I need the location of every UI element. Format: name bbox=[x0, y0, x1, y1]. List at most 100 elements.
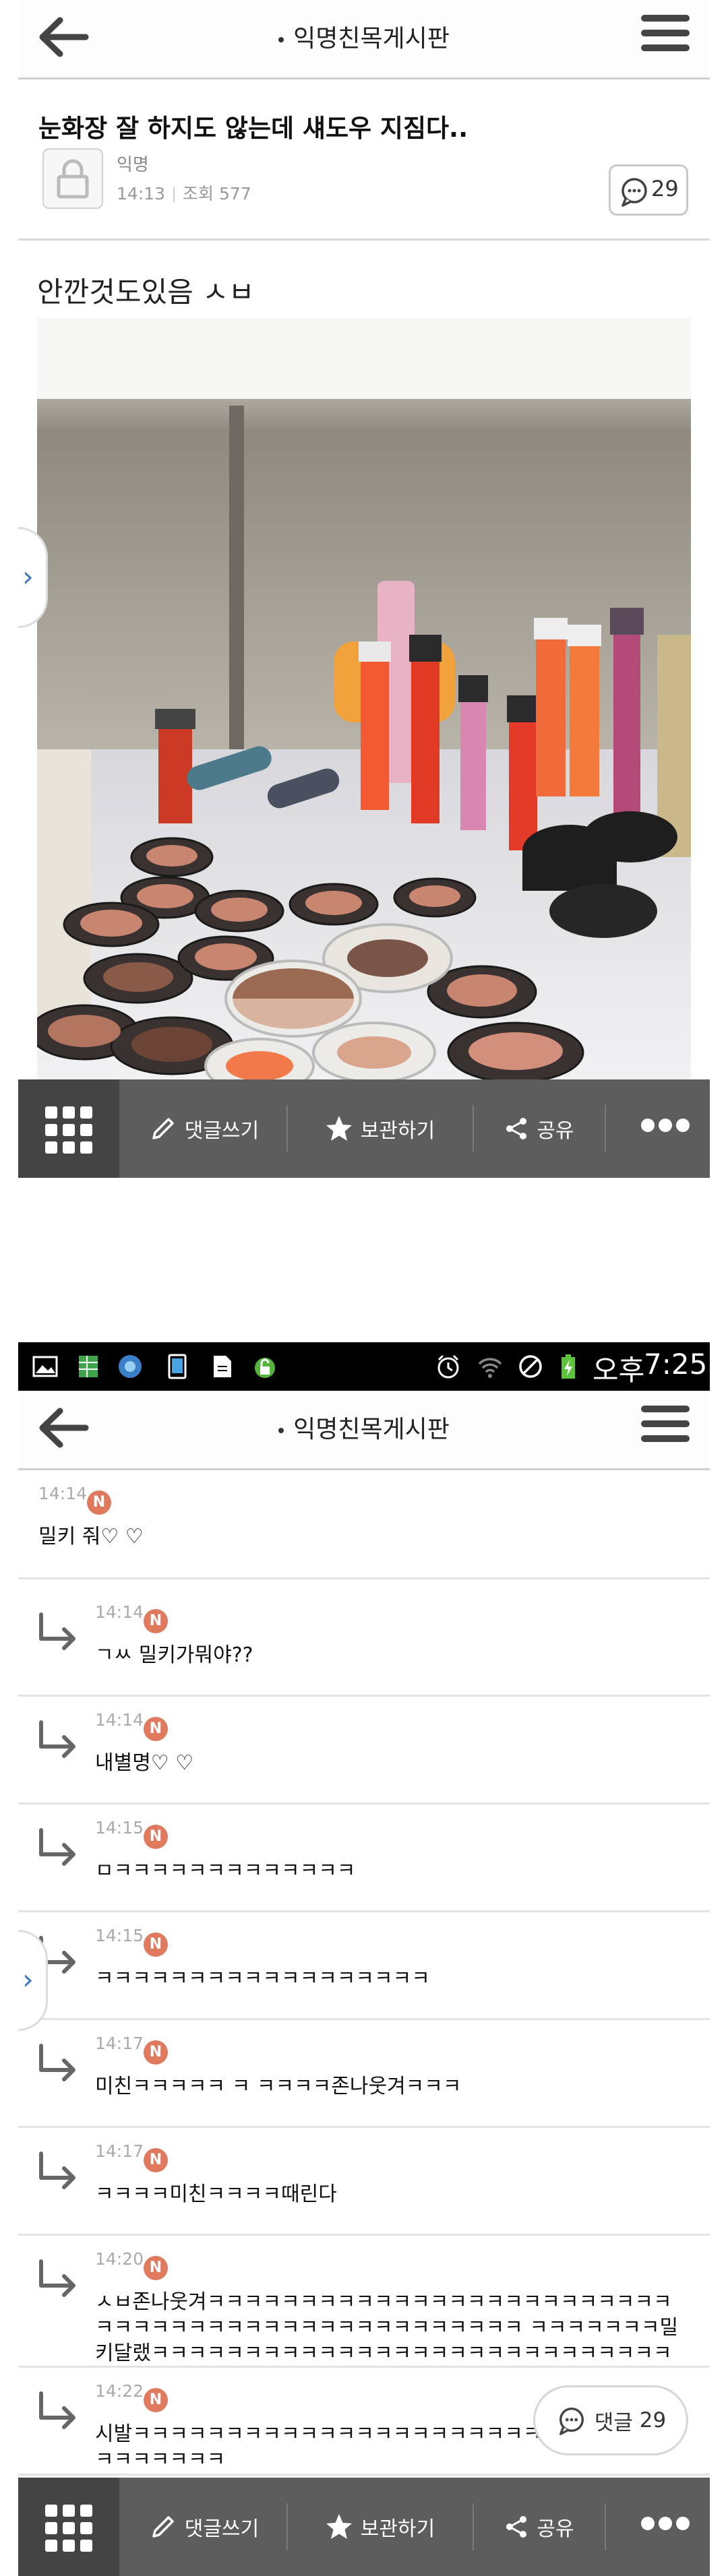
views-count: 577 bbox=[219, 184, 251, 203]
speech-bubble-icon bbox=[559, 2408, 584, 2435]
new-badge: N bbox=[144, 2256, 168, 2280]
share-icon bbox=[506, 1118, 527, 1139]
comment-text: ㅋㅋㅋㅋㅋㅋㅋㅋㅋㅋㅋㅋㅋㅋㅋㅋㅋㅋ bbox=[95, 1967, 430, 1990]
no-signal-icon bbox=[519, 1355, 542, 1378]
reply-arrow-icon bbox=[39, 2391, 75, 2429]
reply-arrow-icon bbox=[39, 1612, 75, 1650]
reply-arrow-icon bbox=[39, 2044, 75, 2081]
new-badge: N bbox=[144, 1825, 168, 1849]
comment-time: 14:14 bbox=[38, 1484, 88, 1503]
title-dot-icon bbox=[278, 1428, 284, 1433]
avatar bbox=[42, 148, 103, 209]
comment-time: 14:15 bbox=[95, 1818, 144, 1837]
pencil-icon bbox=[152, 2516, 174, 2538]
makeup-photo-image bbox=[37, 318, 691, 1079]
chevron-right-icon: › bbox=[22, 560, 34, 593]
comment-time: 14:22 bbox=[95, 2381, 144, 2401]
page-title: 익명친목게시판 bbox=[18, 1410, 710, 1445]
page-title: 익명친목게시판 bbox=[18, 19, 710, 54]
new-badge: N bbox=[144, 2148, 168, 2172]
new-badge: N bbox=[144, 2040, 168, 2065]
comment-text: ㅅㅂ존나웃겨ㅋㅋㅋㅋㅋㅋㅋㅋㅋㅋㅋㅋㅋㅋㅋㅋㅋㅋㅋㅋㅋㅋㅋㅋㅋㅋㅋㅋㅋㅋㅋㅋㅋㅋ… bbox=[95, 2290, 679, 2365]
comment-count: 29 bbox=[651, 176, 679, 201]
wifi-icon bbox=[478, 1358, 502, 1378]
app-header: 익명친목게시판 bbox=[18, 0, 710, 80]
comment-row[interactable]: 14:15 N ㅁㅋㅋㅋㅋㅋㅋㅋㅋㅋㅋㅋㅋㅋ bbox=[18, 1804, 710, 1912]
reply-arrow-icon bbox=[39, 2259, 75, 2297]
status-ampm: 오후 bbox=[593, 1354, 645, 1387]
reply-arrow-icon bbox=[39, 1828, 75, 1866]
comment-row[interactable]: 14:14 N 밀키 줘♡ ♡ bbox=[18, 1470, 710, 1579]
bottom-toolbar: 댓글쓰기 보관하기 공유 bbox=[18, 1079, 710, 1178]
save-button[interactable]: 보관하기 bbox=[292, 1079, 467, 1178]
share-icon bbox=[506, 2516, 527, 2538]
more-button[interactable] bbox=[641, 1119, 695, 1136]
gallery-icon bbox=[32, 1356, 58, 1377]
reply-arrow-icon bbox=[39, 2151, 75, 2189]
side-tab-handle[interactable]: › bbox=[18, 527, 48, 628]
comments-screen: 오후 7:25 익명친목게시판 14:14 N 밀키 줘♡ ♡ 14:14 N ㄱㅆ 밀키… bbox=[18, 1342, 710, 2576]
comment-time: 14:17 bbox=[95, 2034, 144, 2053]
alarm-icon bbox=[437, 1354, 459, 1379]
comment-text: 밀키 줘♡ ♡ bbox=[38, 1525, 144, 1548]
bottom-toolbar: 댓글쓰기 보관하기 공유 bbox=[18, 2478, 710, 2576]
comment-row[interactable]: 14:15 N ㅋㅋㅋㅋㅋㅋㅋㅋㅋㅋㅋㅋㅋㅋㅋㅋㅋㅋ bbox=[18, 1912, 710, 2020]
reply-arrow-icon bbox=[39, 1720, 75, 1758]
share-button[interactable]: 공유 bbox=[478, 2478, 599, 2576]
comment-time: 14:14 bbox=[95, 1710, 144, 1730]
menu-button[interactable] bbox=[641, 15, 690, 58]
menu-button[interactable] bbox=[641, 1406, 690, 1449]
comment-row[interactable]: 14:20 N ㅅㅂ존나웃겨ㅋㅋㅋㅋㅋㅋㅋㅋㅋㅋㅋㅋㅋㅋㅋㅋㅋㅋㅋㅋㅋㅋㅋㅋㅋㅋㅋㅋ… bbox=[18, 2236, 710, 2368]
write-comment-button[interactable]: 댓글쓰기 bbox=[126, 2478, 281, 2576]
pencil-icon bbox=[152, 1118, 174, 1139]
new-badge: N bbox=[144, 2388, 168, 2412]
write-comment-button[interactable]: 댓글쓰기 bbox=[126, 1079, 281, 1178]
more-dots-icon bbox=[641, 1119, 695, 1135]
side-tab-handle[interactable]: › bbox=[18, 1930, 48, 2031]
comment-row[interactable]: 14:14 N ㄱㅆ 밀키가뭐야?? bbox=[18, 1589, 710, 1697]
save-button[interactable]: 보관하기 bbox=[292, 2478, 467, 2576]
grid-menu-button[interactable] bbox=[18, 1079, 119, 1178]
document-icon bbox=[214, 1356, 231, 1377]
more-button[interactable] bbox=[641, 2517, 695, 2534]
comment-count-button[interactable]: 29 bbox=[609, 164, 688, 216]
battery-charging-icon bbox=[562, 1354, 575, 1379]
comment-time: 14:15 bbox=[95, 1926, 144, 1945]
grid-menu-button[interactable] bbox=[18, 2478, 119, 2576]
lock-icon bbox=[57, 159, 89, 199]
post-photo bbox=[37, 318, 691, 1079]
tablet-icon bbox=[168, 1354, 187, 1379]
post-time: 14:13 bbox=[117, 184, 166, 203]
comment-time: 14:14 bbox=[95, 1602, 144, 1622]
post-view-screen: 익명친목게시판 눈화장 잘 하지도 않는데 섀도우 지짐다.. 익명 14:13… bbox=[18, 0, 710, 1178]
comment-text: 미친ㅋㅋㅋㅋㅋ ㅋ ㅋㅋㅋㅋ존나웃겨ㅋㅋㅋ bbox=[95, 2075, 462, 2098]
comment-text: 내별명♡ ♡ bbox=[95, 1751, 194, 1775]
views-label: 조회 bbox=[183, 184, 214, 203]
comment-text: ㅋㅋㅋㅋ미친ㅋㅋㅋㅋ때린다 bbox=[95, 2182, 337, 2206]
share-button[interactable]: 공유 bbox=[478, 1079, 599, 1178]
new-badge: N bbox=[87, 1490, 111, 1515]
comment-row[interactable]: 14:17 N 미친ㅋㅋㅋㅋㅋ ㅋ ㅋㅋㅋㅋ존나웃겨ㅋㅋㅋ bbox=[18, 2020, 710, 2128]
post-title: 눈화장 잘 하지도 않는데 섀도우 지짐다.. bbox=[38, 114, 468, 143]
divider bbox=[18, 239, 710, 241]
hamburger-icon bbox=[641, 15, 690, 22]
more-dots-icon bbox=[641, 2517, 695, 2533]
floating-comment-button[interactable]: 댓글 29 bbox=[533, 2385, 688, 2455]
comment-text: ㄱㅆ 밀키가뭐야?? bbox=[95, 1643, 253, 1667]
speech-bubble-icon bbox=[621, 178, 647, 207]
comment-time: 14:17 bbox=[95, 2141, 144, 2161]
post-meta: 14:13 조회 577 bbox=[117, 181, 251, 205]
new-badge: N bbox=[144, 1609, 168, 1633]
star-icon bbox=[326, 2514, 352, 2539]
comment-row[interactable]: 14:14 N 내별명♡ ♡ bbox=[18, 1697, 710, 1804]
post-author: 익명 bbox=[117, 155, 149, 175]
star-icon bbox=[326, 1116, 352, 1141]
hamburger-icon bbox=[641, 1406, 690, 1412]
camera-app-icon bbox=[119, 1355, 142, 1378]
title-dot-icon bbox=[278, 37, 284, 42]
comment-text: ㅁㅋㅋㅋㅋㅋㅋㅋㅋㅋㅋㅋㅋㅋ bbox=[95, 1859, 356, 1883]
comment-row[interactable]: 14:17 N ㅋㅋㅋㅋ미친ㅋㅋㅋㅋ때린다 bbox=[18, 2128, 710, 2236]
app-header: 익명친목게시판 bbox=[18, 1391, 710, 1470]
chevron-right-icon: › bbox=[22, 1963, 34, 1996]
status-bar: 오후 7:25 bbox=[18, 1342, 710, 1391]
